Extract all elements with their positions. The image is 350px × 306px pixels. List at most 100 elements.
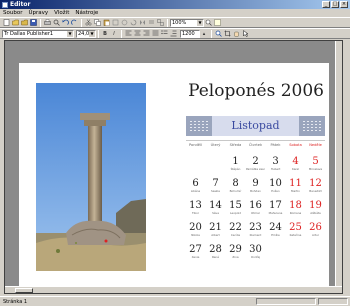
menu-soubor[interactable]: Soubor xyxy=(0,10,25,16)
calendar-day[interactable]: 17 Mahulena xyxy=(266,201,285,216)
calendar-day[interactable]: 6 Liběna xyxy=(186,179,205,194)
window-title: Editor xyxy=(10,1,31,8)
close-button[interactable]: × xyxy=(340,1,348,8)
width-input[interactable]: 1200 xyxy=(180,29,200,38)
minimize-button[interactable]: _ xyxy=(322,1,330,8)
calendar-day[interactable]: 25 Kateřina xyxy=(286,223,305,238)
calendar-day[interactable]: 19 Alžběta xyxy=(306,201,325,216)
new-document-icon[interactable] xyxy=(2,19,10,27)
spin-icon[interactable]: ▴ xyxy=(200,30,208,38)
align-icon[interactable] xyxy=(147,19,155,27)
vertical-scrollbar[interactable] xyxy=(335,41,342,286)
name-day: Alžběta xyxy=(310,211,321,215)
italic-button[interactable]: I xyxy=(110,30,118,38)
calendar-day[interactable]: 8 Bohumír xyxy=(226,179,245,194)
calendar-day[interactable]: 15 Leopold xyxy=(226,201,245,216)
calendar-day[interactable]: 14 Sáva xyxy=(206,201,225,216)
font-select[interactable]: Tr Dallas Publisher1 ▼ xyxy=(2,29,74,38)
width-value: 1200 xyxy=(182,30,195,37)
document-canvas[interactable]: Peloponés 2006 Listopad Pondělí Úterý Stře… xyxy=(4,40,343,294)
hand-icon[interactable] xyxy=(232,30,240,38)
align-center-icon[interactable] xyxy=(133,30,141,38)
paste-icon[interactable] xyxy=(102,19,110,27)
bold-button[interactable]: B xyxy=(101,30,109,38)
save-icon[interactable] xyxy=(29,19,37,27)
zoom-tool-icon[interactable] xyxy=(214,30,222,38)
calendar-day[interactable]: 13 Tibor xyxy=(186,201,205,216)
zoom-in-icon[interactable] xyxy=(204,19,212,27)
day-number: 22 xyxy=(229,222,242,233)
calendar-day[interactable]: 1 Štěpán xyxy=(226,156,245,172)
name-day: Klement xyxy=(249,233,262,237)
calendar-day[interactable]: 4 Karel xyxy=(286,156,305,172)
month-header: Listopad xyxy=(212,116,299,136)
copy-icon[interactable] xyxy=(93,19,101,27)
calendar-day[interactable]: 27 Xenie xyxy=(186,245,205,260)
align-left-icon[interactable] xyxy=(124,30,132,38)
calendar-day[interactable]: 5 Miroslava xyxy=(306,157,325,172)
day-number: 1 xyxy=(232,156,239,167)
group-icon[interactable] xyxy=(156,19,164,27)
name-day: Romana xyxy=(289,211,302,215)
calendar-day[interactable]: 22 Cecílie xyxy=(226,222,245,238)
scrollbar-thumb[interactable] xyxy=(15,288,33,293)
zoom-value: 100% xyxy=(172,19,187,26)
calendar-day[interactable]: 12 Benedikt xyxy=(306,179,325,194)
name-day: Miroslava xyxy=(308,167,323,171)
calendar-day[interactable]: 3 Hubert xyxy=(266,157,285,172)
cut-icon[interactable] xyxy=(84,19,92,27)
preview-icon[interactable] xyxy=(52,19,60,27)
calendar-day[interactable]: 18 Romana xyxy=(286,201,305,216)
calendar-day[interactable]: 23 Klement xyxy=(246,223,265,238)
menu-nastroje[interactable]: Nástroje xyxy=(72,10,101,16)
zoom-select[interactable]: 100% ▼ xyxy=(170,18,204,27)
calendar-day[interactable]: 28 René xyxy=(206,244,225,260)
calendar-day[interactable]: 29 Zina xyxy=(226,244,245,260)
undo-icon[interactable] xyxy=(61,19,69,27)
toolbar-separator xyxy=(121,29,122,38)
flip-icon[interactable] xyxy=(138,19,146,27)
calendar-day[interactable]: 20 Nikola xyxy=(186,223,205,238)
calendar-day[interactable]: 24 Emílie xyxy=(266,223,285,238)
calendar-day[interactable]: 11 Martin xyxy=(286,179,305,194)
maximize-button[interactable]: □ xyxy=(331,1,339,8)
calendar-day[interactable]: 26 Artur xyxy=(306,222,325,238)
crop-icon[interactable] xyxy=(223,30,231,38)
column-photo[interactable] xyxy=(36,83,146,271)
format-icon[interactable] xyxy=(111,19,119,27)
day-number: 4 xyxy=(292,156,299,167)
calendar-day[interactable]: 10 Evžen xyxy=(266,179,285,194)
redo-icon[interactable] xyxy=(70,19,78,27)
calendar-day[interactable]: 9 Bohdan xyxy=(246,179,265,194)
horizontal-scrollbar[interactable] xyxy=(5,286,342,293)
font-size-select[interactable]: 24,0 ▼ xyxy=(76,29,96,38)
menu-upravy[interactable]: Úpravy xyxy=(25,10,51,16)
pointer-icon[interactable] xyxy=(241,30,249,38)
print-icon[interactable] xyxy=(43,19,51,27)
shape-icon[interactable] xyxy=(120,19,128,27)
open-folder-icon[interactable] xyxy=(11,19,19,27)
name-day: Bohumír xyxy=(229,189,242,193)
calendar-day[interactable]: 21 Albert xyxy=(206,223,225,238)
day-number: 28 xyxy=(209,244,222,255)
name-day: Cecílie xyxy=(230,233,241,237)
open-file-icon[interactable] xyxy=(20,19,28,27)
app-icon xyxy=(2,1,8,8)
indent-icon[interactable] xyxy=(169,30,177,38)
align-right-icon[interactable] xyxy=(142,30,150,38)
list-icon[interactable] xyxy=(160,30,168,38)
chevron-down-icon[interactable]: ▼ xyxy=(89,30,95,37)
calendar-page[interactable]: Peloponés 2006 Listopad Pondělí Úterý Stře… xyxy=(19,63,329,290)
calendar-day[interactable]: 7 Saskie xyxy=(206,179,225,194)
calendar-day[interactable]: 2Památka zesnulých xyxy=(246,157,265,172)
rotate-icon[interactable] xyxy=(129,19,137,27)
chevron-down-icon[interactable]: ▼ xyxy=(197,19,203,26)
day-number: 29 xyxy=(229,244,242,255)
calendar-day[interactable]: 16 Otmar xyxy=(246,201,265,216)
chevron-down-icon[interactable]: ▼ xyxy=(67,30,73,37)
justify-icon[interactable] xyxy=(151,30,159,38)
help-icon[interactable] xyxy=(213,19,221,27)
day-number: 26 xyxy=(309,222,322,233)
calendar-day[interactable]: 30 Ondřej xyxy=(246,245,265,260)
menu-vlozit[interactable]: Vložit xyxy=(51,10,72,16)
